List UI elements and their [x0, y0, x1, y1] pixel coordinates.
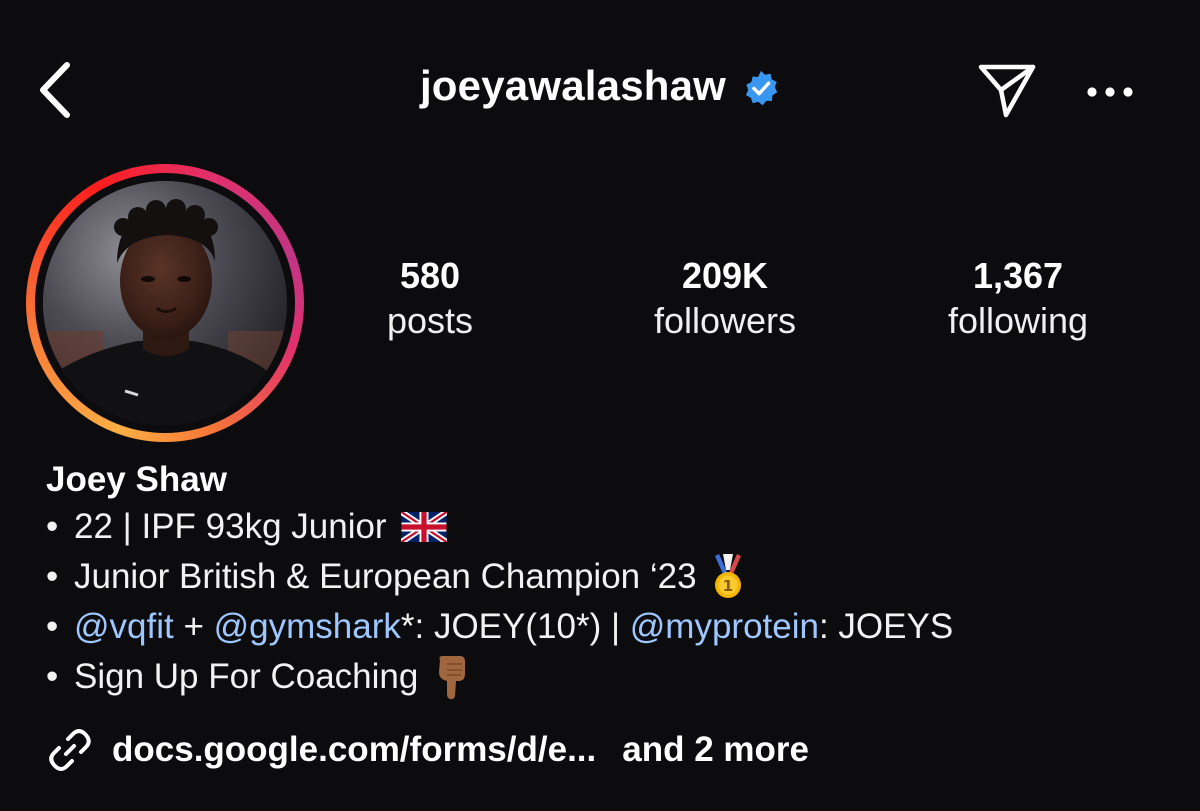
- gold-medal-icon: 1: [714, 554, 741, 598]
- display-name: Joey Shaw: [46, 460, 227, 499]
- following-label: following: [947, 300, 1089, 341]
- stat-posts[interactable]: 580 posts: [300, 256, 560, 344]
- username-label: joeyawalashaw: [419, 62, 727, 109]
- posts-label: posts: [386, 300, 474, 341]
- bio-line-2: • Junior British & European Champion ‘23…: [46, 552, 1166, 602]
- link-more[interactable]: and 2 more: [622, 730, 809, 770]
- bullet: •: [46, 507, 59, 546]
- more-options-button[interactable]: [1080, 70, 1140, 114]
- bio-line-4-text: Sign Up For Coaching: [74, 657, 419, 696]
- followers-count: 209K: [681, 255, 769, 296]
- bio-line-3: • @vqfit + @gymshark *: JOEY(10*) | @myp…: [46, 602, 1166, 652]
- link-icon: [49, 729, 91, 771]
- profile-header: joeyawalashaw: [0, 0, 1200, 185]
- bio-line-1: • 22 | IPF 93kg Junior: [46, 502, 1166, 552]
- stat-following[interactable]: 1,367 following: [888, 256, 1148, 344]
- posts-count: 580: [399, 255, 461, 296]
- avatar-border: [35, 173, 295, 433]
- bullet: •: [46, 557, 59, 596]
- share-button[interactable]: [972, 58, 1042, 122]
- more-horizontal-icon: [1087, 87, 1133, 97]
- stat-followers[interactable]: 209K followers: [595, 256, 855, 344]
- separator-plus: +: [173, 607, 214, 646]
- avatar: [43, 181, 287, 425]
- discount-code-text: *: JOEY(10*) |: [400, 607, 630, 646]
- verified-badge-icon: [746, 70, 778, 106]
- bio-line-4: • Sign Up For Coaching: [46, 652, 1166, 702]
- svg-text:1: 1: [722, 577, 732, 595]
- mention-myprotein[interactable]: @myprotein: [630, 602, 819, 652]
- bullet: •: [46, 607, 59, 646]
- story-ring[interactable]: [26, 164, 304, 442]
- avatar-photo: [43, 181, 287, 425]
- following-count: 1,367: [972, 255, 1064, 296]
- pointing-down-icon: [439, 656, 466, 700]
- bullet: •: [46, 657, 59, 696]
- uk-flag-icon: [400, 512, 447, 542]
- discount-code-text-2: : JOEYS: [818, 607, 954, 646]
- bio-link[interactable]: docs.google.com/forms/d/e... and 2 more: [46, 726, 809, 774]
- mention-vqfit[interactable]: @vqfit: [74, 602, 174, 652]
- profile-bio: Joey Shaw • 22 | IPF 93kg Junior • Junio…: [46, 458, 1166, 702]
- bio-line-1-text: 22 | IPF 93kg Junior: [74, 507, 387, 546]
- followers-label: followers: [653, 300, 797, 341]
- link-url[interactable]: docs.google.com/forms/d/e...: [112, 730, 596, 770]
- mention-gymshark[interactable]: @gymshark: [214, 602, 401, 652]
- send-icon: [978, 64, 1036, 118]
- bio-line-2-text: Junior British & European Champion ‘23: [74, 557, 697, 596]
